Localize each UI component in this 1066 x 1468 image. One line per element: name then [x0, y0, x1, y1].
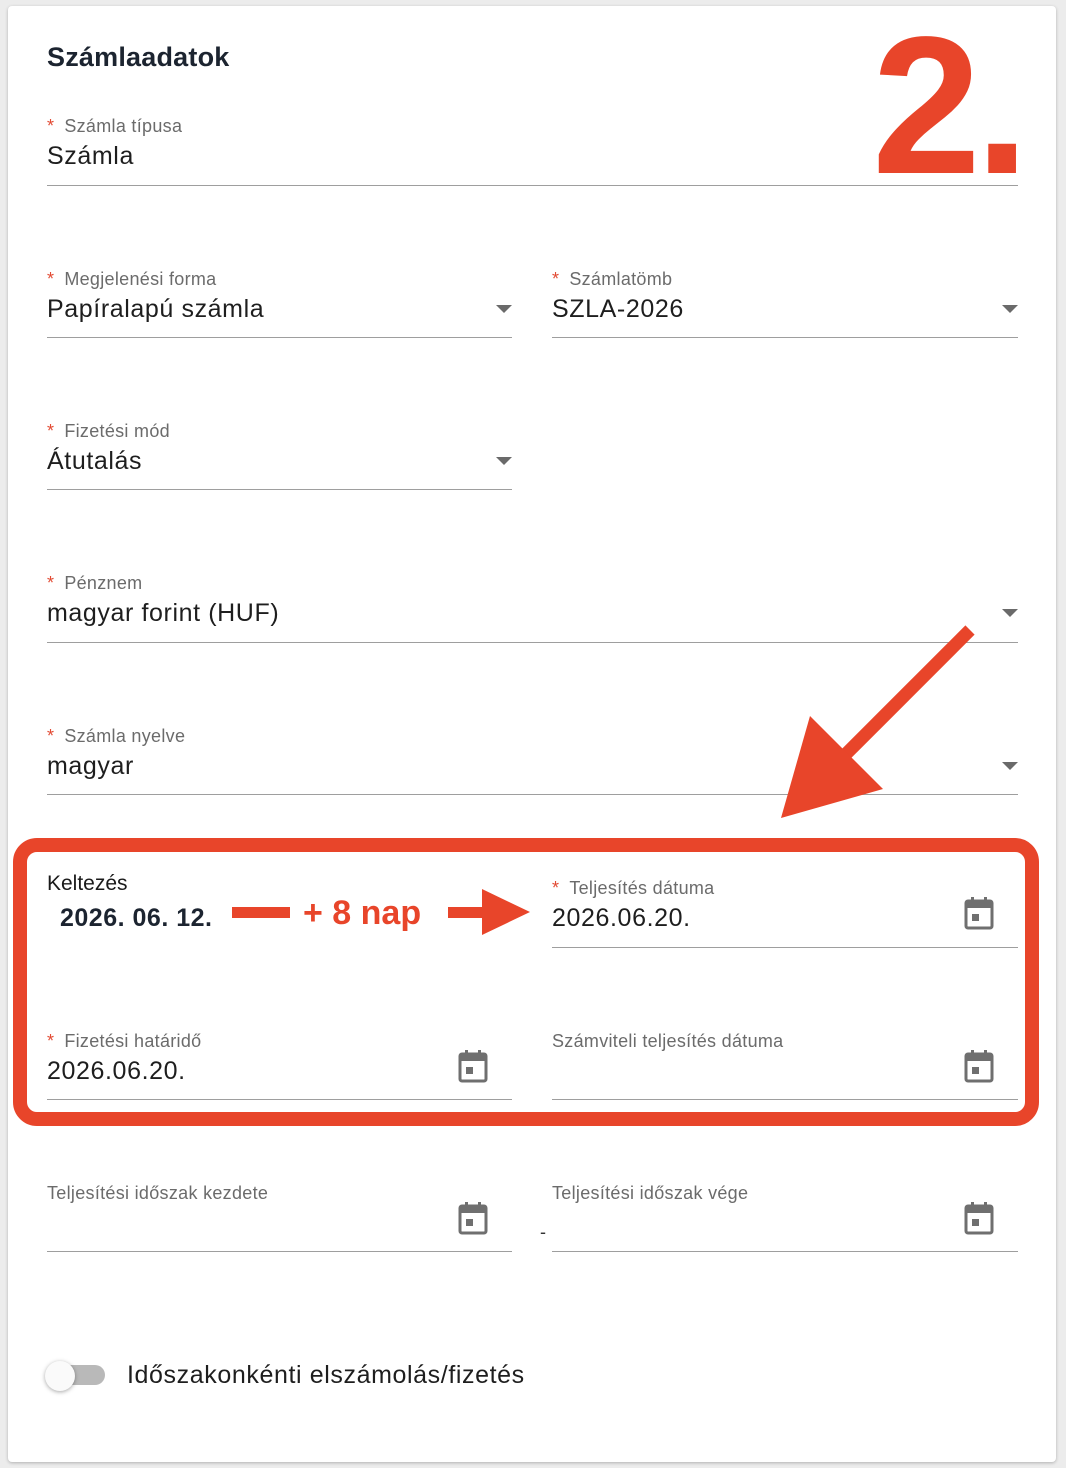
- diagonal-arrow: [781, 625, 975, 818]
- plus-days-annotation: + 8 nap: [303, 894, 422, 932]
- annotation-arrows: [232, 625, 975, 935]
